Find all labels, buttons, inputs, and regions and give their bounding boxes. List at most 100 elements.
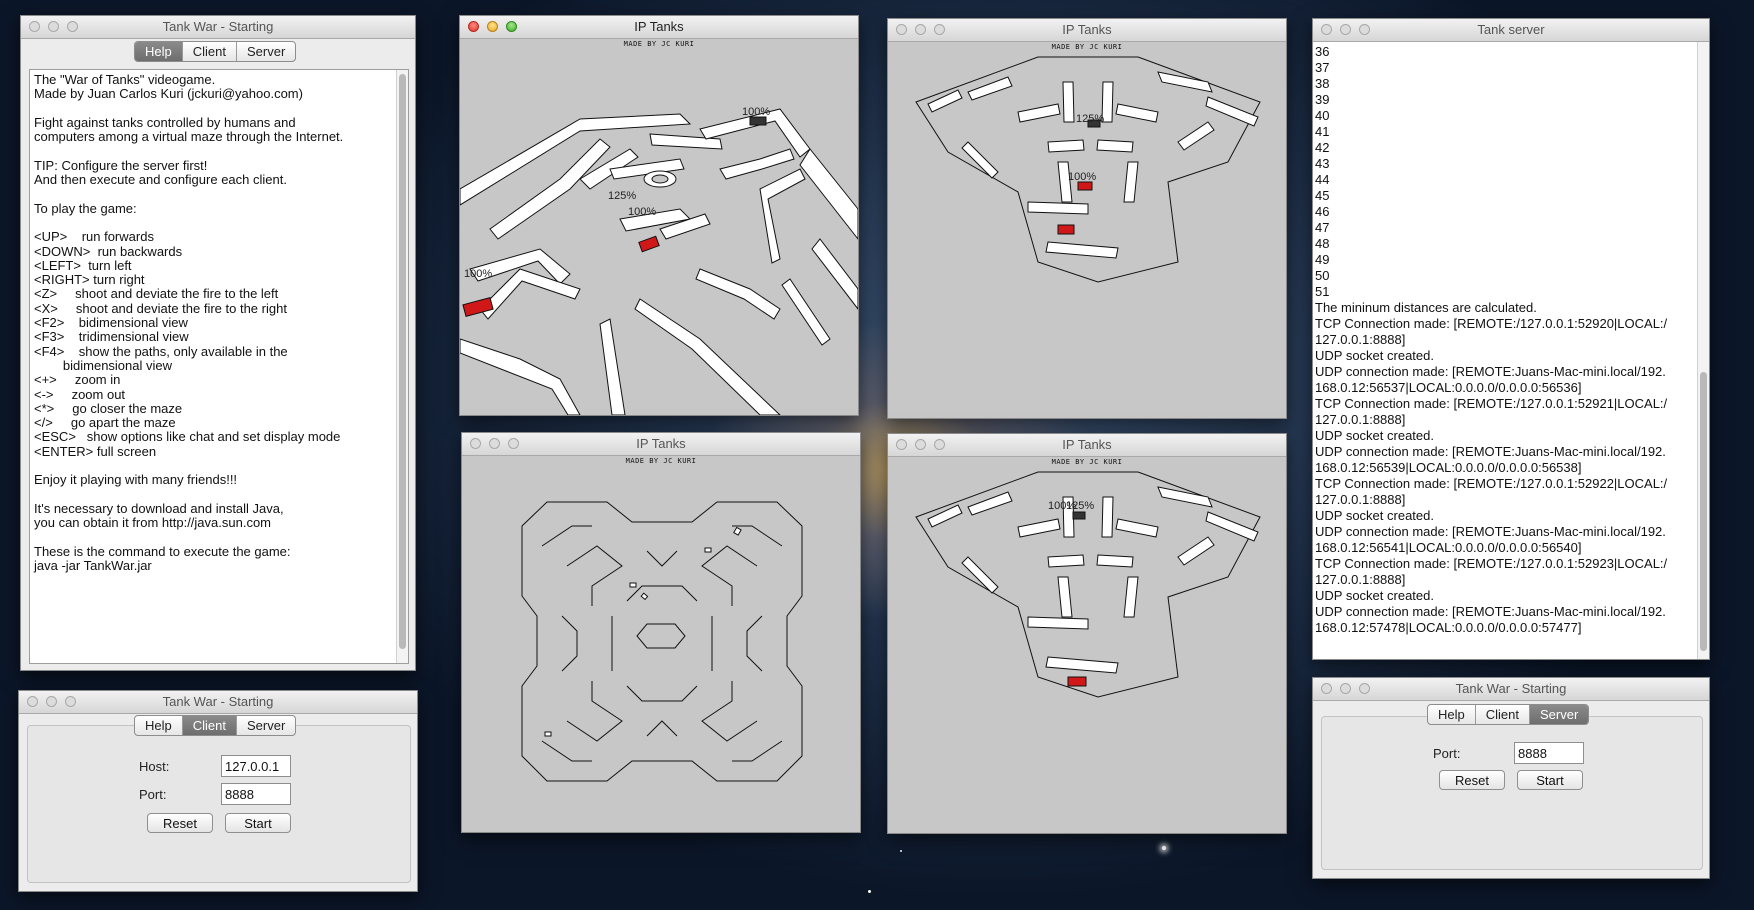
maze-wall [1096,139,1134,153]
tab-server[interactable]: Server [1530,705,1589,724]
port-input[interactable] [221,783,291,805]
server-window-titlebar[interactable]: Tank War - Starting [1313,678,1709,701]
server-log-text: 36 37 38 39 40 41 42 43 44 45 46 47 48 4… [1315,44,1668,635]
game-window-titlebar[interactable]: IP Tanks [460,16,858,39]
help-window-titlebar[interactable]: Tank War - Starting [21,16,415,39]
help-window-tabs: Help Client Server [134,41,297,62]
maze-wall [541,525,592,547]
tab-server[interactable]: Server [237,716,295,735]
scroll-thumb[interactable] [1700,372,1707,651]
maze-wall [489,138,611,240]
reset-button[interactable]: Reset [147,813,213,833]
tank-icon [749,116,767,126]
scroll-thumb[interactable] [399,74,406,649]
client-window-tabs: Help Client Server [134,715,297,736]
server-panel [1321,716,1703,870]
game-canvas[interactable]: MADE BY JC KURI [460,39,858,415]
server-log-scrollbar[interactable] [1697,42,1709,659]
client-window: Tank War - Starting Help Client Server H… [18,690,418,892]
maze-wall [759,168,806,264]
game-canvas[interactable]: MADE BY JC KURI [462,456,860,832]
maze-wall [746,615,763,672]
help-text-area[interactable]: The "War of Tanks" videogame. Made by Ju… [29,69,409,664]
game-canvas[interactable]: MADE BY JC KURI [888,457,1286,833]
maze-wall [1047,554,1085,568]
maze-wall [566,681,623,742]
tab-server[interactable]: Server [237,42,295,61]
server-log-window: Tank server 36 37 38 39 40 41 42 43 44 4… [1312,18,1710,660]
star-decoration [1162,846,1166,850]
maze-3d-view: 125% 100% [915,56,1261,283]
server-log-titlebar[interactable]: Tank server [1313,19,1709,42]
game-window-2: IP Tanks MADE BY JC KURI 125% 100% [887,18,1287,419]
port-label: Port: [139,787,167,802]
tab-client[interactable]: Client [182,716,237,735]
reset-button[interactable]: Reset [1439,770,1505,790]
tank-icon [1072,511,1086,520]
tank-icon [704,547,712,553]
port-input[interactable] [1514,742,1584,764]
tank-icon [1057,224,1075,235]
maze-wall [695,268,781,320]
maze-wall [634,298,781,415]
maze-wall [460,113,692,206]
help-window: Tank War - Starting Help Client Server T… [20,15,416,671]
maze-wall [781,278,831,346]
maze-wall [561,615,578,672]
tab-help[interactable]: Help [135,716,183,735]
client-window-titlebar[interactable]: Tank War - Starting [19,691,417,714]
server-log-area[interactable]: 36 37 38 39 40 41 42 43 44 45 46 47 48 4… [1313,42,1709,659]
tab-help[interactable]: Help [1428,705,1476,724]
game-window-4: IP Tanks MADE BY JC KURI 100% 125% [887,433,1287,834]
tank-icon [544,731,552,737]
start-button[interactable]: Start [225,813,291,833]
maze-wall [626,685,698,702]
port-label: Port: [1433,746,1461,761]
maze-wall [811,238,858,310]
maze-wall [566,545,623,606]
server-window-tabs: Help Client Server [1427,704,1590,725]
maze-wall [1101,496,1114,538]
help-scrollbar[interactable] [396,70,408,663]
game-canvas[interactable]: MADE BY JC KURI [888,42,1286,418]
maze-wall [636,623,686,649]
host-input[interactable] [221,755,291,777]
game-window-titlebar[interactable]: IP Tanks [888,434,1286,457]
maze-wall [799,148,858,240]
maze-2d-view [521,501,803,782]
health-label: 100% [742,106,770,118]
window-title: Tank War - Starting [1455,681,1567,696]
health-label: 100% [464,268,492,280]
window-title: IP Tanks [1062,22,1112,37]
star-decoration [900,850,902,852]
window-title: Tank War - Starting [162,19,274,34]
maze-wall [719,148,795,180]
window-title: IP Tanks [636,436,686,451]
game-window-titlebar[interactable]: IP Tanks [888,19,1286,42]
tank-icon [629,582,637,588]
health-label: 125% [1066,500,1094,512]
server-window: Tank War - Starting Help Client Server P… [1312,677,1710,879]
tab-client[interactable]: Client [1476,705,1530,724]
game-window-titlebar[interactable]: IP Tanks [462,433,860,456]
maze-wall [599,318,626,415]
tank-icon [638,235,660,253]
maze-wall [1027,201,1089,215]
tank-icon [640,592,649,601]
star-decoration [868,890,871,893]
maze-wall [541,740,592,762]
tank-icon [1067,676,1087,687]
maze-outline [521,501,803,782]
tab-client[interactable]: Client [183,42,237,61]
game-window-1: IP Tanks MADE BY JC KURI 100% 125% 100% … [459,15,859,416]
maze-wall [732,740,783,762]
tab-help[interactable]: Help [135,42,183,61]
health-label: 125% [608,190,636,202]
maze-wall [1096,554,1134,568]
start-button[interactable]: Start [1517,770,1583,790]
tank-icon [733,526,742,536]
help-text: The "War of Tanks" videogame. Made by Ju… [34,72,344,574]
game-window-3: IP Tanks MADE BY JC KURI [461,432,861,833]
health-label: 125% [1076,113,1104,125]
window-title: Tank War - Starting [162,694,274,709]
